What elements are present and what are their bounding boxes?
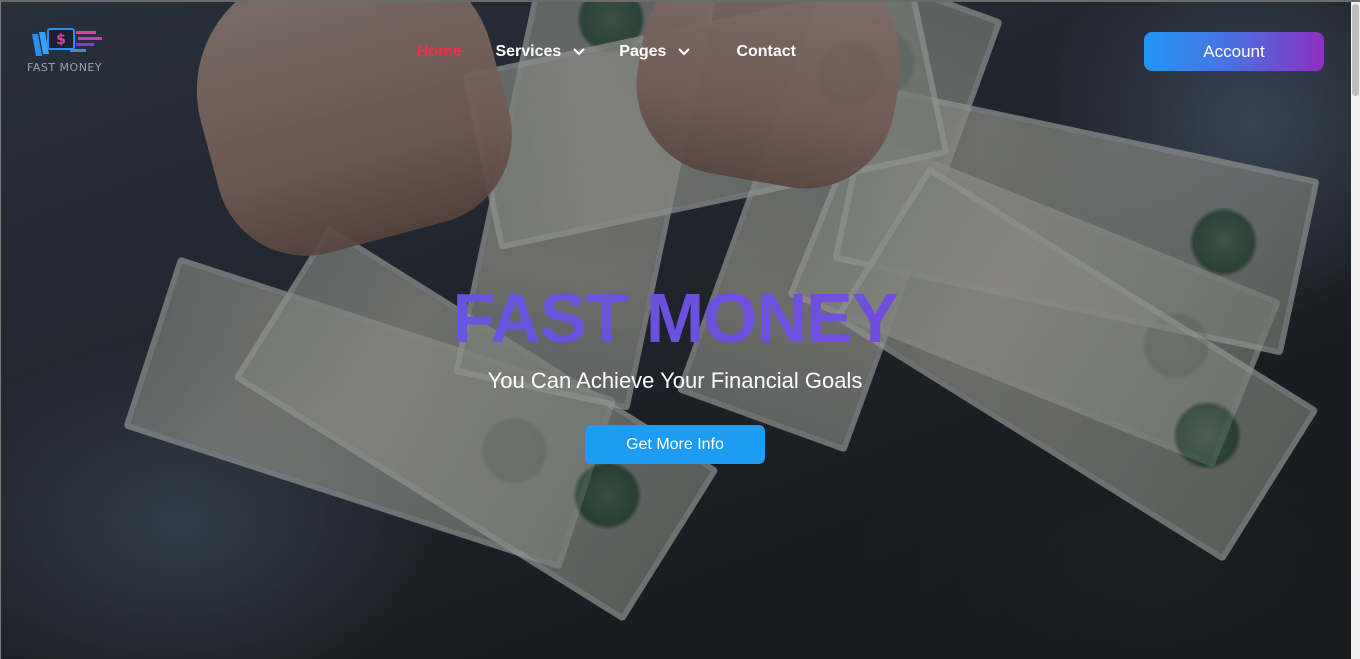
nav-item-services[interactable]: Services <box>495 43 586 61</box>
svg-text:$: $ <box>56 32 66 48</box>
hero-subtitle: You Can Achieve Your Financial Goals <box>487 368 863 393</box>
nav-item-label: Home <box>417 43 462 60</box>
brand-name: FAST MONEY <box>27 61 103 74</box>
chevron-down-icon <box>573 48 586 56</box>
nav-item-label: Services <box>495 43 562 60</box>
page-scrollbar[interactable] <box>1351 2 1360 659</box>
nav-item-contact[interactable]: Contact <box>736 43 796 61</box>
nav-item-label: Contact <box>736 43 796 60</box>
nav-item-home[interactable]: Home <box>417 43 461 61</box>
main-nav: Home Services Pages Contact <box>417 40 830 64</box>
account-button[interactable]: Account <box>1144 32 1324 71</box>
nav-item-pages[interactable]: Pages <box>619 43 691 61</box>
brand-logo[interactable]: $ FAST MONEY <box>26 26 106 74</box>
scrollbar-thumb[interactable] <box>1352 4 1359 96</box>
hero-title: FAST MONEY <box>0 278 1350 358</box>
get-more-info-button[interactable]: Get More Info <box>585 425 765 464</box>
money-stack-logo-icon: $ <box>32 28 102 56</box>
chevron-down-icon <box>678 48 691 56</box>
nav-item-label: Pages <box>619 43 667 60</box>
